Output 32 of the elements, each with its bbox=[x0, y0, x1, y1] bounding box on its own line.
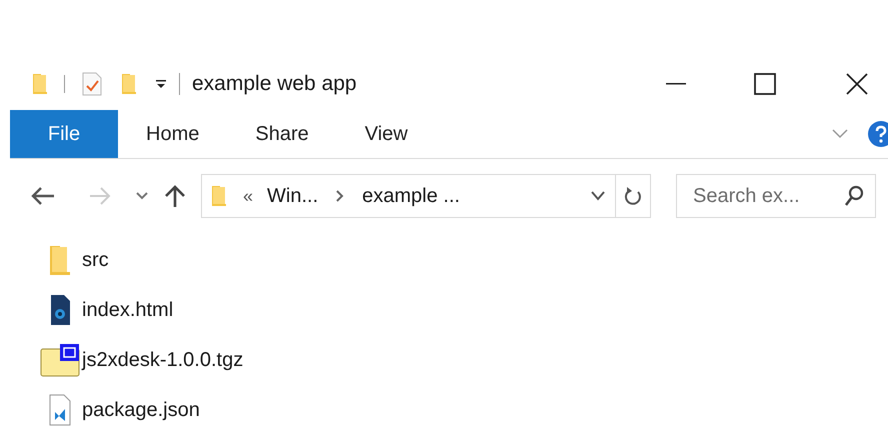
window-title: example web app bbox=[192, 71, 357, 98]
ribbon-tab[interactable]: Share bbox=[227, 110, 337, 158]
chevron-down-icon[interactable] bbox=[136, 192, 148, 200]
ribbon-tab[interactable]: Home bbox=[118, 110, 228, 158]
archive-icon bbox=[40, 343, 80, 377]
folder-icon bbox=[211, 185, 227, 207]
up-arrow-icon[interactable] bbox=[164, 184, 186, 208]
address-bar[interactable]: « Win... example ... bbox=[201, 174, 651, 218]
file-name[interactable]: index.html bbox=[82, 295, 174, 325]
breadcrumb-overflow[interactable]: « bbox=[243, 182, 254, 210]
new-folder-icon bbox=[121, 73, 137, 95]
close-icon[interactable] bbox=[846, 73, 868, 95]
properties-icon[interactable] bbox=[81, 72, 103, 96]
file-name[interactable]: js2xdesk-1.0.0.tgz bbox=[82, 345, 244, 375]
ribbon-tab[interactable]: File bbox=[10, 110, 118, 158]
chevron-right-icon bbox=[336, 190, 344, 202]
breadcrumb[interactable]: example ... bbox=[362, 181, 460, 211]
code-file-icon bbox=[47, 394, 73, 426]
chevron-down-icon[interactable] bbox=[591, 191, 605, 201]
maximize-icon[interactable] bbox=[754, 73, 776, 95]
breadcrumb[interactable]: Win... bbox=[267, 181, 318, 211]
search-field[interactable]: Search ex... bbox=[676, 174, 876, 218]
folder-icon bbox=[47, 244, 73, 276]
help-icon[interactable] bbox=[868, 121, 888, 147]
refresh-icon[interactable] bbox=[624, 185, 642, 207]
ribbon-tab[interactable]: View bbox=[336, 110, 436, 158]
search-icon[interactable] bbox=[844, 185, 864, 207]
file-name[interactable]: src bbox=[82, 245, 109, 275]
file-name[interactable]: package.json bbox=[82, 395, 200, 425]
back-arrow-icon[interactable] bbox=[30, 186, 56, 206]
dropdown-icon[interactable] bbox=[155, 78, 167, 90]
folder-icon bbox=[32, 73, 48, 95]
